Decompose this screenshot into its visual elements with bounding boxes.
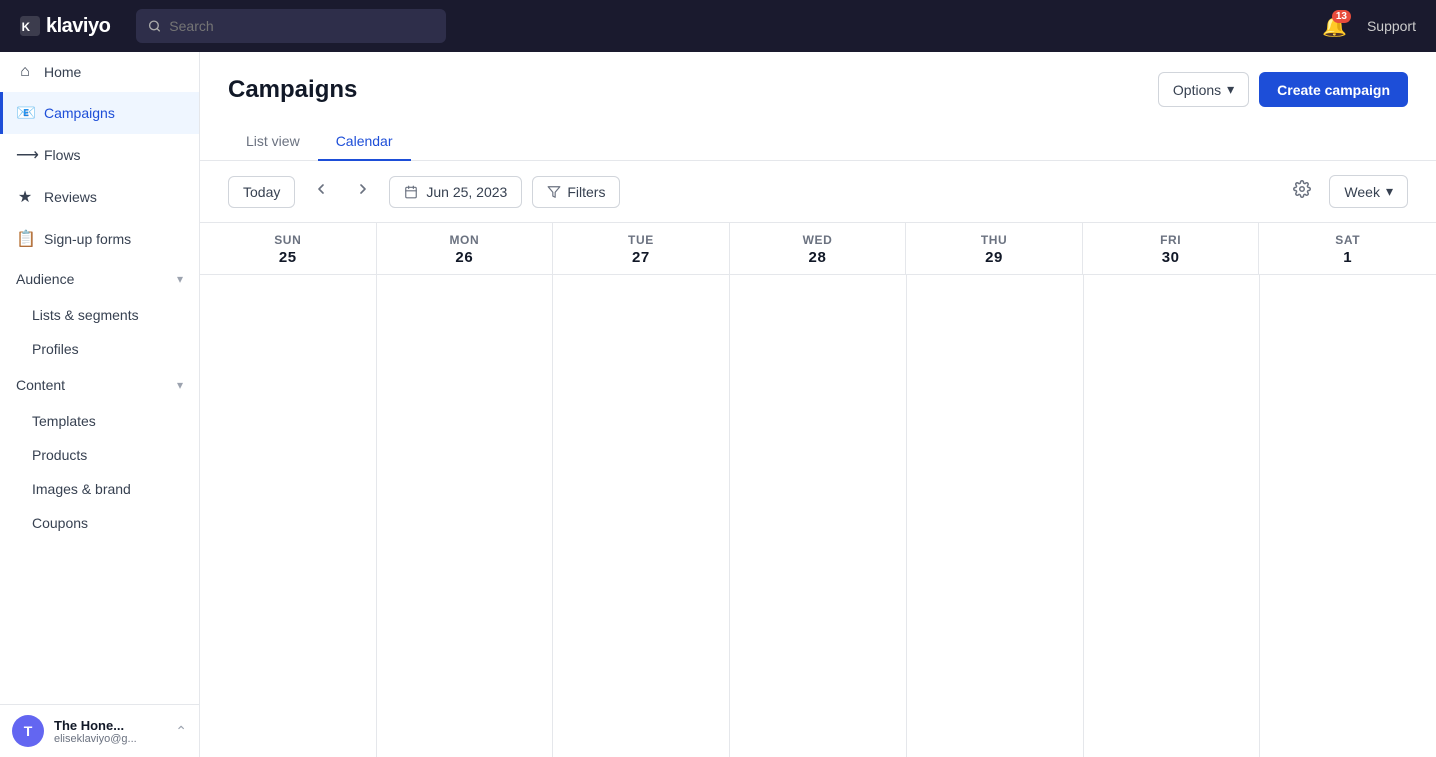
next-arrow-button[interactable] bbox=[347, 177, 379, 206]
options-button[interactable]: Options ▾ bbox=[1158, 72, 1249, 107]
calendar-cell[interactable] bbox=[377, 275, 553, 757]
sidebar-item-profiles[interactable]: Profiles bbox=[0, 332, 199, 366]
sidebar-item-flows[interactable]: ⟶ Flows bbox=[0, 134, 199, 176]
calendar-cell[interactable] bbox=[1084, 275, 1260, 757]
support-button[interactable]: Support bbox=[1367, 18, 1416, 34]
calendar-cell[interactable] bbox=[1260, 275, 1436, 757]
sidebar-item-reviews[interactable]: ★ Reviews bbox=[0, 176, 199, 218]
calendar-body bbox=[200, 275, 1436, 757]
sidebar-item-campaigns[interactable]: 📧 Campaigns bbox=[0, 92, 199, 134]
chevron-left-icon bbox=[313, 181, 329, 197]
filters-label: Filters bbox=[567, 184, 605, 200]
page-header: Campaigns Options ▾ Create campaign List… bbox=[200, 52, 1436, 161]
filters-button[interactable]: Filters bbox=[532, 176, 620, 208]
calendar-day-header: WED28 bbox=[730, 223, 907, 274]
tabs: List view Calendar bbox=[228, 123, 1408, 160]
search-icon bbox=[148, 19, 161, 33]
sidebar: ⌂ Home 📧 Campaigns ⟶ Flows ★ Reviews 📋 S… bbox=[0, 52, 200, 757]
date-picker-button[interactable]: Jun 25, 2023 bbox=[389, 176, 522, 208]
signup-forms-icon: 📋 bbox=[16, 229, 34, 249]
filter-icon bbox=[547, 185, 561, 199]
sidebar-item-label: Flows bbox=[44, 147, 81, 163]
tab-calendar[interactable]: Calendar bbox=[318, 123, 411, 161]
profiles-label: Profiles bbox=[32, 341, 79, 357]
sidebar-item-label: Reviews bbox=[44, 189, 97, 205]
settings-icon bbox=[1293, 180, 1311, 198]
calendar-cell[interactable] bbox=[553, 275, 729, 757]
home-icon: ⌂ bbox=[16, 63, 34, 81]
calendar-day-headers: SUN25MON26TUE27WED28THU29FRI30SAT1 bbox=[200, 223, 1436, 275]
sidebar-item-lists-segments[interactable]: Lists & segments bbox=[0, 298, 199, 332]
sidebar-item-images-brand[interactable]: Images & brand bbox=[0, 472, 199, 506]
images-brand-label: Images & brand bbox=[32, 481, 131, 497]
klaviyo-logo-icon: K bbox=[20, 16, 40, 36]
chevron-right-icon bbox=[355, 181, 371, 197]
calendar-day-header: TUE27 bbox=[553, 223, 730, 274]
calendar-cell[interactable] bbox=[200, 275, 376, 757]
svg-text:K: K bbox=[22, 21, 31, 34]
sidebar-item-signup-forms[interactable]: 📋 Sign-up forms bbox=[0, 218, 199, 260]
search-bar[interactable] bbox=[136, 9, 446, 43]
reviews-icon: ★ bbox=[16, 187, 34, 207]
calendar-day-header: SUN25 bbox=[200, 223, 377, 274]
products-label: Products bbox=[32, 447, 87, 463]
user-email: eliseklaviyo@g... bbox=[54, 733, 165, 745]
calendar-cell[interactable] bbox=[907, 275, 1083, 757]
logo: K klaviyo bbox=[20, 15, 110, 38]
flows-icon: ⟶ bbox=[16, 145, 34, 165]
calendar-cell[interactable] bbox=[730, 275, 906, 757]
sidebar-item-label: Campaigns bbox=[44, 105, 115, 121]
content-section-header[interactable]: Content ▾ bbox=[0, 366, 199, 404]
week-label: Week bbox=[1344, 184, 1380, 200]
tab-list-view[interactable]: List view bbox=[228, 123, 318, 161]
options-chevron-icon: ▾ bbox=[1227, 81, 1234, 98]
create-campaign-button[interactable]: Create campaign bbox=[1259, 72, 1408, 107]
user-expand-icon: ⌃ bbox=[175, 723, 187, 740]
calendar-day-header: FRI30 bbox=[1083, 223, 1260, 274]
sidebar-item-label: Sign-up forms bbox=[44, 231, 131, 247]
audience-chevron-icon: ▾ bbox=[177, 272, 183, 286]
calendar-icon bbox=[404, 185, 418, 199]
sidebar-item-products[interactable]: Products bbox=[0, 438, 199, 472]
page-title-row: Campaigns Options ▾ Create campaign bbox=[228, 72, 1408, 107]
week-chevron-icon: ▾ bbox=[1386, 183, 1393, 200]
main-content: Campaigns Options ▾ Create campaign List… bbox=[200, 52, 1436, 757]
calendar-day-header: MON26 bbox=[377, 223, 554, 274]
user-profile-area[interactable]: T The Hone... eliseklaviyo@g... ⌃ bbox=[0, 704, 199, 757]
search-input[interactable] bbox=[169, 18, 434, 34]
sidebar-item-label: Home bbox=[44, 64, 81, 80]
options-label: Options bbox=[1173, 82, 1221, 98]
calendar-toolbar: Today Jun 25, 2023 Filters Week ▾ bbox=[200, 161, 1436, 223]
sidebar-item-templates[interactable]: Templates bbox=[0, 404, 199, 438]
layout: ⌂ Home 📧 Campaigns ⟶ Flows ★ Reviews 📋 S… bbox=[0, 52, 1436, 757]
today-button[interactable]: Today bbox=[228, 176, 295, 208]
audience-section-label: Audience bbox=[16, 271, 74, 287]
campaigns-icon: 📧 bbox=[16, 103, 34, 123]
audience-section-header[interactable]: Audience ▾ bbox=[0, 260, 199, 298]
content-section-label: Content bbox=[16, 377, 65, 393]
calendar-area: SUN25MON26TUE27WED28THU29FRI30SAT1 bbox=[200, 223, 1436, 757]
lists-segments-label: Lists & segments bbox=[32, 307, 139, 323]
page-title: Campaigns bbox=[228, 76, 357, 104]
week-view-button[interactable]: Week ▾ bbox=[1329, 175, 1408, 208]
sidebar-item-home[interactable]: ⌂ Home bbox=[0, 52, 199, 92]
notification-badge: 13 bbox=[1332, 10, 1351, 23]
date-value: Jun 25, 2023 bbox=[426, 184, 507, 200]
coupons-label: Coupons bbox=[32, 515, 88, 531]
notifications-button[interactable]: 🔔 13 bbox=[1318, 10, 1351, 43]
page-actions: Options ▾ Create campaign bbox=[1158, 72, 1408, 107]
content-chevron-icon: ▾ bbox=[177, 378, 183, 392]
prev-arrow-button[interactable] bbox=[305, 177, 337, 206]
settings-button[interactable] bbox=[1285, 176, 1319, 207]
logo-text: klaviyo bbox=[46, 15, 110, 38]
calendar-day-header: THU29 bbox=[906, 223, 1083, 274]
calendar-day-header: SAT1 bbox=[1259, 223, 1436, 274]
avatar: T bbox=[12, 715, 44, 747]
user-name: The Hone... bbox=[54, 718, 165, 733]
topnav: K klaviyo 🔔 13 Support bbox=[0, 0, 1436, 52]
sidebar-item-coupons[interactable]: Coupons bbox=[0, 506, 199, 540]
templates-label: Templates bbox=[32, 413, 96, 429]
